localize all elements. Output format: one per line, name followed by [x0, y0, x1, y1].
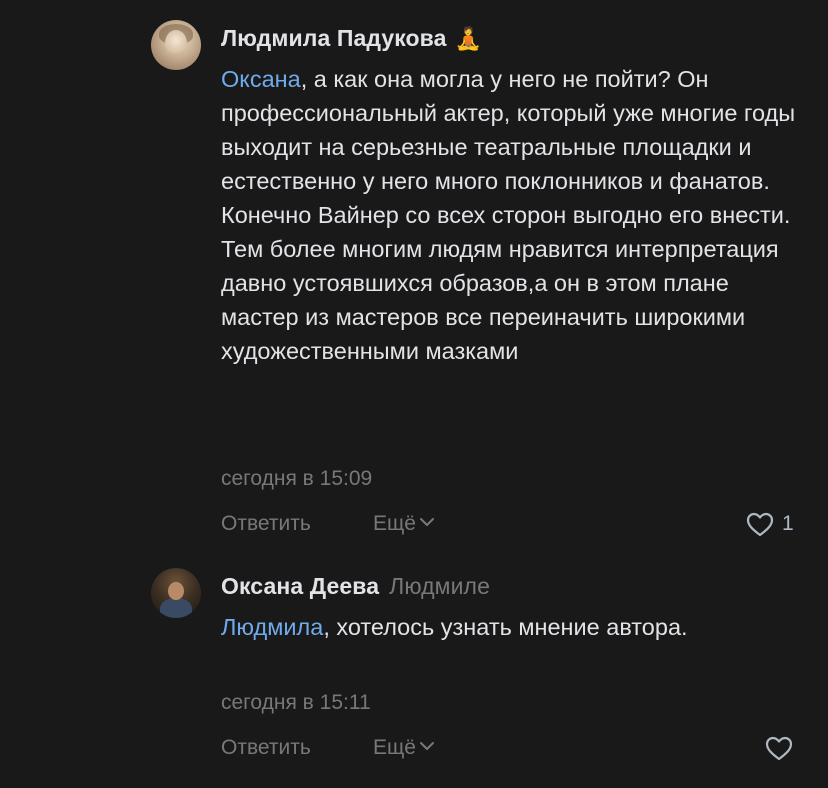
avatar[interactable]	[151, 20, 201, 70]
meditation-emoji-icon: 🧘	[454, 26, 483, 51]
more-label: Ещё	[373, 512, 416, 535]
comment-author[interactable]: Оксана Деева Людмиле	[221, 572, 490, 600]
more-button[interactable]: Ещё	[373, 733, 435, 763]
comment-timestamp[interactable]: сегодня в 15:11	[221, 689, 371, 717]
more-label: Ещё	[373, 736, 416, 759]
heart-outline-icon	[765, 736, 793, 761]
comment-body: , хотелось узнать мнение автора.	[323, 614, 688, 640]
comment-timestamp[interactable]: сегодня в 15:09	[221, 465, 372, 493]
chevron-down-icon	[419, 518, 434, 527]
reply-to-name[interactable]: Людмиле	[389, 573, 490, 599]
like-count: 1	[782, 512, 794, 535]
chevron-down-icon	[419, 742, 434, 751]
comment-author[interactable]: Людмила Падукова 🧘	[221, 24, 482, 53]
reply-button[interactable]: Ответить	[221, 733, 311, 763]
comment-body: , а как она могла у него не пойти? Он пр…	[221, 66, 796, 364]
more-button[interactable]: Ещё	[373, 509, 435, 539]
reply-button[interactable]: Ответить	[221, 509, 311, 539]
author-name[interactable]: Оксана Деева	[221, 573, 379, 599]
comment-text: Людмила, хотелось узнать мнение автора.	[221, 610, 801, 644]
avatar[interactable]	[151, 568, 201, 618]
heart-outline-icon	[746, 512, 774, 537]
author-name[interactable]: Людмила Падукова	[221, 25, 447, 51]
comment-text: Оксана, а как она могла у него не пойти?…	[221, 62, 801, 368]
comment-actions: Ответить Ещё 1	[221, 509, 811, 539]
mention-link[interactable]: Оксана	[221, 66, 301, 92]
comment-actions: Ответить Ещё	[221, 733, 811, 763]
mention-link[interactable]: Людмила	[221, 614, 323, 640]
